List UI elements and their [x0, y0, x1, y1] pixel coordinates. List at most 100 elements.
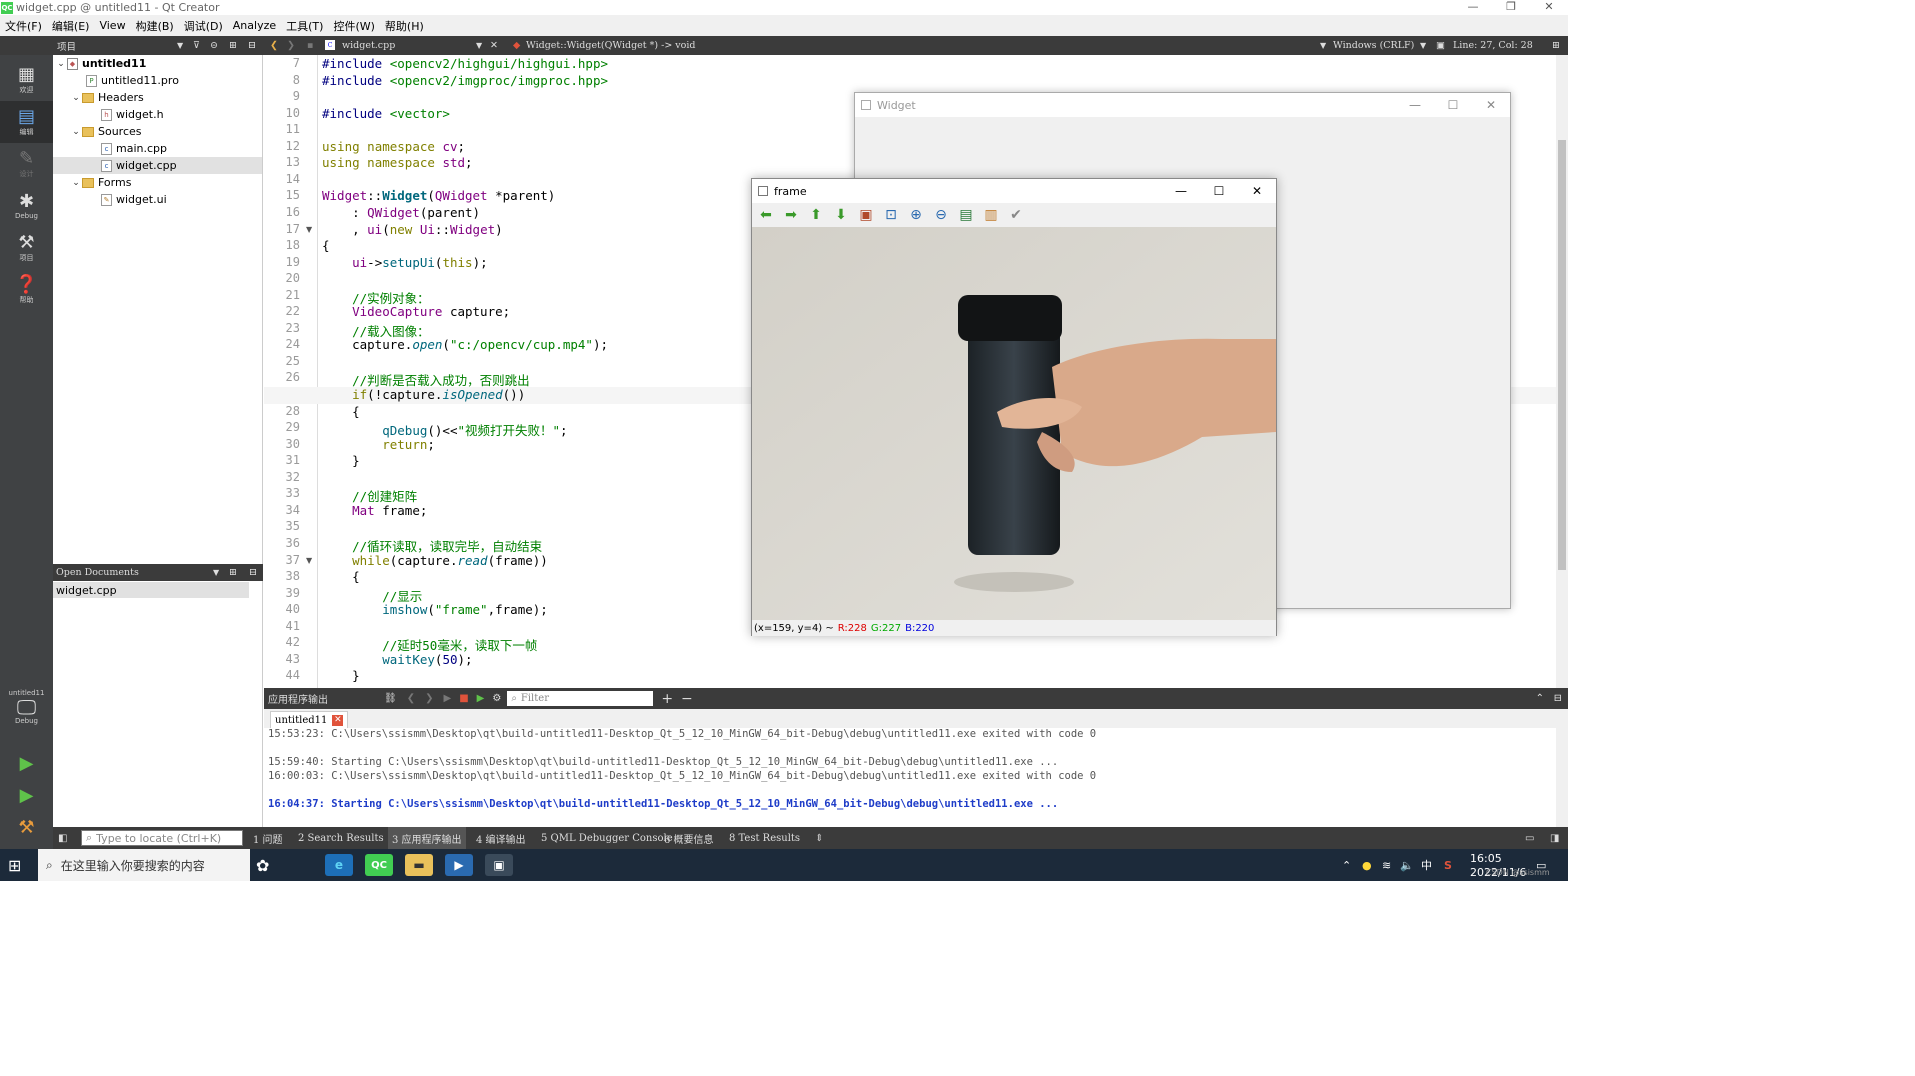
mode-edit[interactable]: ▤ 编辑	[0, 101, 53, 143]
tree-item-pro-file[interactable]: P untitled11.pro	[53, 72, 262, 89]
zoom-in-icon[interactable]: +	[661, 691, 673, 707]
close-button[interactable]: ✕	[1530, 0, 1568, 13]
code-line[interactable]: using namespace cv;	[322, 139, 465, 154]
maximize-button[interactable]: ☐	[1434, 98, 1472, 112]
output-scrollbar[interactable]	[1556, 728, 1568, 827]
split-editor-icon[interactable]: ⊞	[1552, 36, 1560, 55]
mode-help[interactable]: ❓ 帮助	[0, 269, 53, 311]
close-pane-icon[interactable]: ⊟	[249, 567, 257, 578]
frame-window[interactable]: frame — ☐ ✕ ⬅ ➡ ⬆ ⬇ ▣ ⊡ ⊕ ⊖ ▤ ▥ ✔ (x=159…	[751, 178, 1277, 636]
save-icon[interactable]: ▤	[956, 206, 976, 224]
kit-selector[interactable]: untitled11 🖵 Debug	[0, 677, 53, 737]
attach-icon[interactable]: ⛓	[384, 693, 397, 704]
pane-button-search-results[interactable]: 2 Search Results	[298, 827, 384, 849]
tree-item-headers[interactable]: ⌄ Headers	[53, 89, 262, 106]
filter-icon[interactable]: ⊽	[193, 36, 200, 55]
filter-input[interactable]: ⌕ Filter	[507, 691, 654, 706]
qt-creator-taskbar-icon[interactable]: QC	[365, 854, 393, 876]
gear-icon[interactable]: ⚙	[492, 693, 501, 704]
code-line[interactable]: {	[322, 238, 330, 253]
code-line[interactable]: : QWidget(parent)	[322, 205, 480, 220]
menu-tools[interactable]: 工具(T)	[281, 18, 328, 34]
close-pane-icon[interactable]: ⊟	[1554, 693, 1562, 704]
zoom-out-icon[interactable]: ⊖	[931, 206, 951, 224]
app-icon[interactable]: ▶	[445, 854, 473, 876]
tray-app-icon[interactable]: ●	[1362, 849, 1372, 881]
more-panes-icon[interactable]: ⇕	[815, 827, 823, 849]
menu-edit[interactable]: 编辑(E)	[47, 18, 95, 34]
close-button[interactable]: ✕	[1472, 98, 1510, 112]
code-line[interactable]: {	[322, 569, 360, 584]
code-line[interactable]: #include <vector>	[322, 106, 450, 121]
code-line[interactable]: waitKey(50);	[322, 652, 472, 667]
sogou-icon[interactable]: S	[1444, 849, 1452, 881]
menu-help[interactable]: 帮助(H)	[380, 18, 429, 34]
progress-icon[interactable]: ▭	[1525, 827, 1534, 849]
tree-item-widget-cpp[interactable]: c widget.cpp	[53, 157, 262, 174]
close-button[interactable]: ✕	[1238, 184, 1276, 198]
image-icon[interactable]: ▣	[856, 206, 876, 224]
file-explorer-icon[interactable]: ▬	[405, 854, 433, 876]
close-pane-icon[interactable]: ⊟	[248, 36, 256, 55]
code-line[interactable]: return;	[322, 437, 435, 452]
code-line[interactable]: capture.open("c:/opencv/cup.mp4");	[322, 337, 608, 352]
menu-view[interactable]: View	[94, 19, 130, 32]
menu-widgets[interactable]: 控件(W)	[328, 18, 379, 34]
current-file-tab[interactable]: widget.cpp	[342, 36, 395, 55]
volume-icon[interactable]: 🔈	[1400, 849, 1414, 881]
pane-button-general-messages[interactable]: 6 概要信息	[664, 827, 714, 849]
toggle-output-icon[interactable]: ◨	[1550, 827, 1559, 849]
pane-button-app-output[interactable]: 3 应用程序输出	[388, 827, 466, 849]
chevron-down-icon[interactable]: ⌄	[55, 59, 67, 69]
minimize-button[interactable]: —	[1454, 0, 1492, 13]
edge-browser-icon[interactable]: e	[325, 854, 353, 876]
menu-analyze[interactable]: Analyze	[228, 19, 281, 32]
code-line[interactable]: Widget::Widget(QWidget *parent)	[322, 188, 555, 203]
pane-button-issues[interactable]: 1 问题	[253, 827, 283, 849]
copy-icon[interactable]: ▥	[981, 206, 1001, 224]
tree-item-widget-ui[interactable]: ✎ widget.ui	[53, 191, 262, 208]
tree-item-widget-h[interactable]: h widget.h	[53, 106, 262, 123]
menu-file[interactable]: 文件(F)	[0, 18, 47, 34]
zoom-fit-icon[interactable]: ⊡	[881, 206, 901, 224]
arrow-right-icon[interactable]: ➡	[781, 206, 801, 224]
code-line[interactable]: using namespace std;	[322, 155, 473, 170]
open-document-item[interactable]: widget.cpp	[53, 582, 249, 598]
scrollbar-thumb[interactable]	[1558, 140, 1566, 570]
link-icon[interactable]: ⊝	[210, 36, 218, 55]
zoom-in-icon[interactable]: ⊕	[906, 206, 926, 224]
chevron-down-icon[interactable]: ▼	[1320, 36, 1326, 55]
build-button[interactable]: ⚒	[0, 807, 53, 849]
arrow-up-icon[interactable]: ⬆	[806, 206, 826, 224]
tray-arrow-icon[interactable]: ⌃	[1342, 849, 1351, 881]
code-line[interactable]: ui->setupUi(this);	[322, 255, 488, 270]
chevron-down-icon[interactable]: ▼	[213, 568, 219, 577]
menu-debug[interactable]: 调试(D)	[179, 18, 228, 34]
prev-icon[interactable]: ❮	[407, 693, 415, 704]
chevron-down-icon[interactable]: ▼	[476, 36, 482, 55]
close-tab-icon[interactable]: ✕	[332, 714, 344, 726]
nav-forward-icon[interactable]: ❯	[287, 36, 295, 55]
chevron-down-icon[interactable]: ⌄	[70, 93, 82, 103]
maximize-pane-icon[interactable]: ⌃	[1536, 693, 1544, 704]
stop-icon[interactable]: ■	[459, 693, 468, 704]
zoom-out-icon[interactable]: −	[681, 691, 693, 707]
locator-input[interactable]: ⌕ Type to locate (Ctrl+K)	[81, 830, 243, 846]
split-icon[interactable]: ⊞	[229, 567, 237, 578]
debug-run-icon[interactable]: ▶	[477, 693, 485, 704]
properties-icon[interactable]: ✔	[1006, 206, 1026, 224]
mode-welcome[interactable]: ▦ 欢迎	[0, 59, 53, 101]
menu-build[interactable]: 构建(B)	[131, 18, 179, 34]
tree-item-sources[interactable]: ⌄ Sources	[53, 123, 262, 140]
output-tab[interactable]: untitled11 ✕	[270, 711, 349, 728]
arrow-down-icon[interactable]: ⬇	[831, 206, 851, 224]
editor-scrollbar[interactable]	[1556, 55, 1568, 688]
maximize-button[interactable]: ❐	[1492, 0, 1530, 13]
pane-button-test-results[interactable]: 8 Test Results	[729, 827, 800, 849]
minimize-button[interactable]: —	[1396, 98, 1434, 112]
taskbar-search[interactable]: ⌕ 在这里输入你要搜索的内容	[38, 849, 250, 881]
notification-icon[interactable]: ▭	[1536, 849, 1546, 881]
code-line[interactable]: , ui(new Ui::Widget)	[322, 222, 503, 237]
windows-start-icon[interactable]: ⊞	[8, 849, 21, 881]
code-line[interactable]: imshow("frame",frame);	[322, 602, 548, 617]
